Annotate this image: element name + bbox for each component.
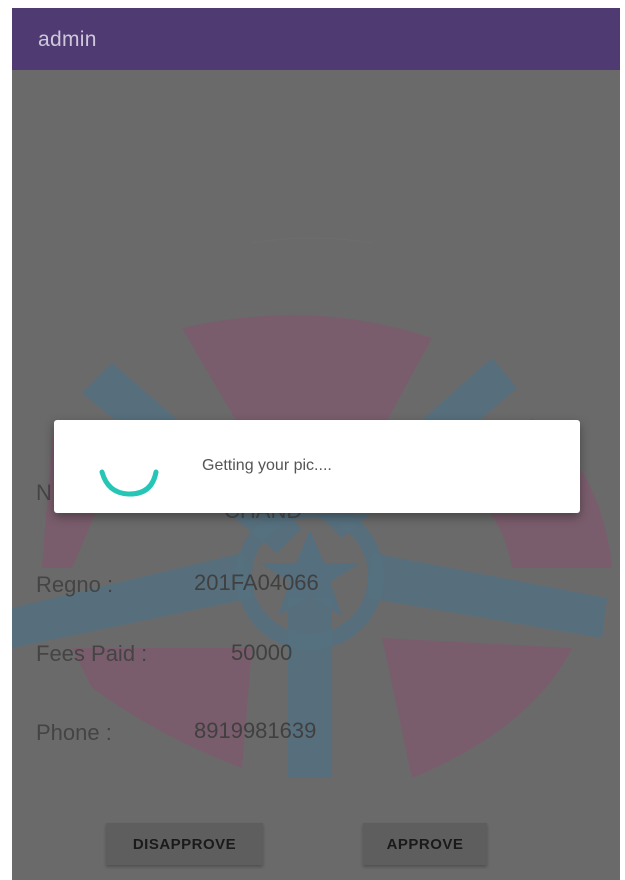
fees-value: 50000 (231, 640, 293, 665)
name-label: N (36, 480, 52, 505)
phone-label: Phone : (36, 720, 112, 745)
fees-row: Fees Paid : (36, 641, 147, 667)
phone-row: Phone : (36, 720, 112, 746)
dialog-message: Getting your pic.... (202, 457, 332, 474)
regno-label: Regno : (36, 572, 114, 597)
regno-row: Regno : (36, 572, 113, 598)
name-row: N (36, 480, 52, 506)
loading-spinner-icon (99, 469, 159, 497)
app-window: admin N CHAND Regno : 201FA04066 Fees Pa… (12, 8, 620, 880)
approve-button[interactable]: APPROVE (363, 823, 487, 865)
disapprove-button[interactable]: DISAPPROVE (106, 823, 263, 865)
progress-dialog: Getting your pic.... (54, 420, 580, 513)
phone-value: 8919981639 (194, 718, 317, 743)
screen: admin N CHAND Regno : 201FA04066 Fees Pa… (0, 0, 625, 880)
regno-value: 201FA04066 (194, 570, 319, 595)
app-bar: admin (12, 8, 620, 70)
fees-label: Fees Paid : (36, 641, 148, 666)
app-title: admin (38, 28, 97, 51)
